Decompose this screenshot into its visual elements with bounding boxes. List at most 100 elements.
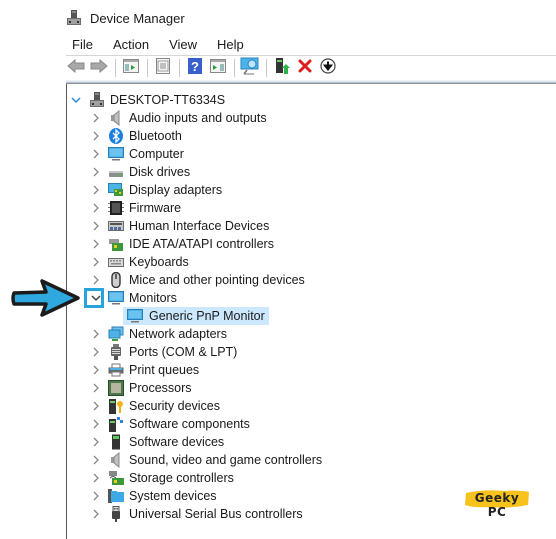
chevron-down-icon[interactable] (71, 91, 81, 109)
forward-button[interactable] (89, 58, 109, 78)
tree-item-bluetooth[interactable]: Bluetooth (91, 127, 182, 145)
scan-hardware-button[interactable] (240, 57, 260, 80)
tree-item-software-components[interactable]: Software components (91, 415, 250, 433)
tree-item-storage-controllers[interactable]: Storage controllers (91, 469, 234, 487)
chevron-right-icon[interactable] (91, 199, 101, 217)
tree-item-ports-com-lpt[interactable]: Ports (COM & LPT) (91, 343, 237, 361)
chevron-right-icon[interactable] (91, 235, 101, 253)
tree-item-disk-drives[interactable]: Disk drives (91, 163, 190, 181)
action-pane-icon (210, 58, 226, 78)
bluetooth-icon (108, 128, 124, 144)
software-component-icon (108, 416, 124, 432)
tree-item-firmware[interactable]: Firmware (91, 199, 181, 217)
tree-item-human-interface-devices[interactable]: Human Interface Devices (91, 217, 269, 235)
port-icon (108, 344, 124, 360)
chevron-right-icon[interactable] (91, 487, 101, 505)
toolbar-separator (179, 59, 180, 77)
chevron-right-icon[interactable] (91, 217, 101, 235)
toolbar-separator (147, 59, 148, 77)
tree-item-sound-video-and-game-controllers[interactable]: Sound, video and game controllers (91, 451, 322, 469)
tree-item-display-adapters[interactable]: Display adapters (91, 181, 222, 199)
console-tree-button[interactable] (121, 58, 141, 78)
properties-button[interactable] (153, 57, 173, 79)
tree-item-security-devices[interactable]: Security devices (91, 397, 220, 415)
menu-divider (66, 55, 556, 56)
chevron-right-icon[interactable] (91, 397, 101, 415)
chevron-right-icon[interactable] (91, 469, 101, 487)
tree-item-mice-and-other-pointing-devices[interactable]: Mice and other pointing devices (91, 271, 305, 289)
tree-item-ide-ata-atapi-controllers[interactable]: IDE ATA/ATAPI controllers (91, 235, 274, 253)
toolbar-bottom-border (66, 80, 556, 84)
chevron-right-icon[interactable] (91, 361, 101, 379)
tree-item-label: Generic PnP Monitor (149, 309, 265, 323)
tree-item-label: Human Interface Devices (129, 219, 270, 233)
tree-root-label: DESKTOP-TT6334S (110, 93, 226, 107)
chevron-right-icon[interactable] (91, 271, 101, 289)
tree-item-print-queues[interactable]: Print queues (91, 361, 199, 379)
chevron-right-icon[interactable] (91, 163, 101, 181)
chevron-right-icon[interactable] (91, 433, 101, 451)
help-icon: ? (187, 57, 203, 79)
pointer-arrow-annotation (11, 279, 80, 317)
expand-highlight-box (84, 288, 104, 308)
back-button[interactable] (66, 58, 86, 78)
window-title: Device Manager (90, 10, 185, 26)
tree-item-keyboards[interactable]: Keyboards (91, 253, 189, 271)
menu-view[interactable]: View (168, 37, 198, 52)
tree-item-software-devices[interactable]: Software devices (91, 433, 224, 451)
watermark-text: Geeky PC (474, 491, 520, 519)
red-x-icon (298, 59, 312, 78)
tree-item-system-devices[interactable]: System devices (91, 487, 217, 505)
chevron-right-icon[interactable] (91, 127, 101, 145)
properties-icon (155, 57, 171, 79)
action-pane-button[interactable] (208, 58, 228, 78)
tree-item-computer[interactable]: Computer (91, 145, 184, 163)
menu-help[interactable]: Help (216, 37, 245, 52)
chevron-right-icon[interactable] (91, 253, 101, 271)
tree-item-label: Bluetooth (129, 129, 182, 143)
chevron-right-icon[interactable] (91, 415, 101, 433)
update-driver-button[interactable] (272, 57, 292, 78)
forward-arrow-icon (90, 58, 108, 78)
tree-item-audio-inputs-and-outputs[interactable]: Audio inputs and outputs (91, 109, 267, 127)
tree-item-label: Audio inputs and outputs (129, 111, 267, 125)
menu-bar: File Action View Help (66, 34, 263, 54)
chevron-right-icon[interactable] (91, 343, 101, 361)
tree-item-label: Mice and other pointing devices (129, 273, 305, 287)
tree-item-network-adapters[interactable]: Network adapters (91, 325, 227, 343)
chevron-right-icon[interactable] (91, 451, 101, 469)
tree-root[interactable]: DESKTOP-TT6334S (71, 91, 225, 109)
help-button[interactable]: ? (185, 57, 205, 79)
tree-item-label: Ports (COM & LPT) (129, 345, 238, 359)
tree-item-label: Software components (129, 417, 250, 431)
tree-item-universal-serial-bus-controllers[interactable]: Universal Serial Bus controllers (91, 505, 303, 523)
monitor-icon (108, 146, 124, 162)
menu-action[interactable]: Action (112, 37, 150, 52)
tree-item-label: System devices (129, 489, 217, 503)
tree-item-label: Network adapters (129, 327, 227, 341)
selected-item-highlight[interactable]: Generic PnP Monitor (123, 307, 269, 325)
tree-item-label: Print queues (129, 363, 200, 377)
back-arrow-icon (67, 58, 85, 78)
tree-item-label: Computer (129, 147, 184, 161)
tree-item-label: Display adapters (129, 183, 223, 197)
chip-icon (108, 200, 124, 216)
keyboard-icon (108, 254, 124, 270)
tree-item-generic-pnp-monitor[interactable]: Generic PnP Monitor (123, 307, 269, 325)
chevron-right-icon[interactable] (91, 145, 101, 163)
system-folder-icon (108, 488, 124, 504)
chevron-right-icon[interactable] (91, 181, 101, 199)
tree-item-processors[interactable]: Processors (91, 379, 192, 397)
svg-text:?: ? (191, 59, 199, 74)
toolbar-separator (115, 59, 116, 77)
computer-tower-icon (89, 92, 105, 108)
chevron-right-icon[interactable] (91, 109, 101, 127)
chevron-right-icon[interactable] (91, 379, 101, 397)
menu-file[interactable]: File (71, 37, 94, 52)
disable-device-button[interactable] (318, 57, 338, 78)
uninstall-device-button[interactable] (295, 58, 315, 78)
chevron-right-icon[interactable] (91, 505, 101, 523)
tree-item-label: Universal Serial Bus controllers (129, 507, 303, 521)
monitor-scan-icon (240, 57, 260, 80)
chevron-right-icon[interactable] (91, 325, 101, 343)
